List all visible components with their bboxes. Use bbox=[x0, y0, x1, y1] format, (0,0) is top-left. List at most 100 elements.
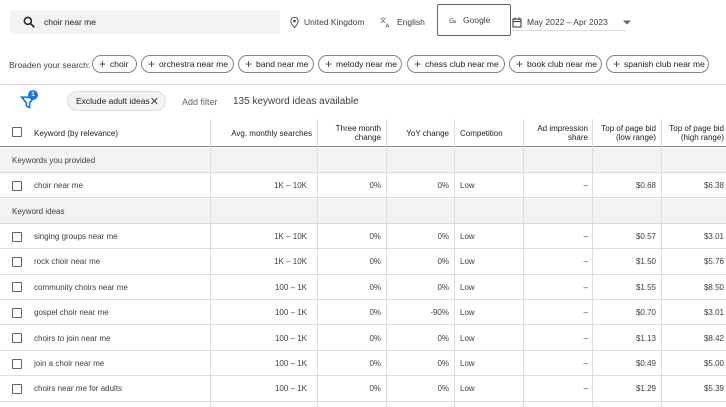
cell-three-month: 0% bbox=[369, 384, 381, 394]
cell-ad-impression: – bbox=[583, 282, 588, 292]
col-header-bid-high[interactable]: Top of page bid (high range) bbox=[664, 119, 724, 147]
broaden-chip-choir[interactable]: + choir bbox=[92, 55, 137, 73]
cell-competition: Low bbox=[460, 232, 475, 241]
table-row[interactable]: community choirs near me 100 – 1K 0% 0% Low –… bbox=[0, 275, 726, 301]
cell-bid-low: $0.57 bbox=[635, 232, 656, 241]
broaden-chip-book-club[interactable]: + book club near me bbox=[509, 55, 602, 73]
cell-bid-low: $0.68 bbox=[635, 181, 656, 190]
row-checkbox[interactable] bbox=[12, 256, 22, 267]
cell-yoy: -90% bbox=[430, 308, 449, 318]
date-range-label: May 2022 – Apr 2023 bbox=[527, 17, 608, 27]
divider bbox=[0, 84, 726, 85]
cell-three-month: 0% bbox=[369, 359, 381, 368]
cell-yoy: 0% bbox=[437, 257, 449, 267]
add-filter-button[interactable]: Add filter bbox=[182, 97, 218, 107]
table-row[interactable]: choirs to join near me 100 – 1K 0% 0% Low – $1… bbox=[0, 326, 726, 351]
exclude-adult-filter-chip[interactable]: Exclude adult ideas ✕ bbox=[67, 91, 166, 111]
row-checkbox[interactable] bbox=[12, 383, 22, 394]
network-label: Google bbox=[463, 15, 491, 25]
cell-bid-high: $3.01 bbox=[703, 232, 724, 241]
col-divider bbox=[592, 119, 593, 407]
cell-yoy: 0% bbox=[437, 181, 449, 190]
search-box[interactable]: choir near me bbox=[10, 10, 280, 34]
cell-keyword: community choirs near me bbox=[34, 282, 128, 292]
row-checkbox[interactable] bbox=[12, 358, 22, 369]
cell-bid-high: $6.38 bbox=[703, 181, 724, 190]
col-divider bbox=[386, 119, 387, 407]
row-checkbox[interactable] bbox=[12, 282, 22, 293]
search-input[interactable]: choir near me bbox=[44, 17, 96, 27]
cell-bid-low: $1.55 bbox=[635, 282, 656, 292]
cell-bid-low: $1.29 bbox=[635, 384, 656, 394]
broaden-label: Broaden your search: bbox=[9, 60, 91, 70]
cell-ad-impression: – bbox=[583, 308, 588, 318]
table-row[interactable]: choirs near me for adults 100 – 1K 0% 0% Low… bbox=[0, 376, 726, 402]
language-selector[interactable]: 文A English bbox=[380, 10, 425, 34]
col-header-ad-impression[interactable]: Ad impression share bbox=[527, 119, 588, 147]
broaden-chip-band[interactable]: + band near me bbox=[238, 55, 314, 73]
cell-yoy: 0% bbox=[437, 282, 449, 292]
cell-keyword: singing groups near me bbox=[34, 232, 118, 241]
translate-icon: 文A bbox=[380, 17, 390, 28]
location-label: United Kingdom bbox=[304, 17, 365, 27]
row-checkbox[interactable] bbox=[12, 180, 22, 191]
table-row[interactable]: choir near me 1K – 10K 0% 0% Low – $0.68 $6.38 bbox=[0, 173, 726, 199]
cell-bid-high: $8.50 bbox=[703, 282, 724, 292]
col-header-three-month[interactable]: Three month change bbox=[320, 119, 381, 147]
cell-yoy: 0% bbox=[437, 333, 449, 343]
col-header-keyword[interactable]: Keyword (by relevance) bbox=[34, 119, 204, 147]
cell-competition: Low bbox=[460, 257, 475, 267]
section-keywords-provided: Keywords you provided bbox=[0, 148, 726, 173]
col-header-avg-searches[interactable]: Avg. monthly searches bbox=[212, 119, 312, 147]
col-header-bid-low[interactable]: Top of page bid (low range) bbox=[594, 119, 656, 147]
cell-avg-searches: 1K – 10K bbox=[274, 232, 307, 241]
location-selector[interactable]: United Kingdom bbox=[290, 10, 364, 34]
broaden-chip-melody[interactable]: + melody near me bbox=[318, 55, 402, 73]
cell-avg-searches: 100 – 1K bbox=[274, 282, 307, 292]
broaden-chip-orchestra[interactable]: + orchestra near me bbox=[141, 55, 234, 73]
col-header-competition[interactable]: Competition bbox=[460, 119, 520, 147]
table-row[interactable]: gospel choir near me 100 – 1K 0% -90% Low – $0… bbox=[0, 300, 726, 326]
cell-competition: Low bbox=[460, 384, 475, 394]
cell-ad-impression: – bbox=[583, 333, 588, 343]
cell-yoy: 0% bbox=[437, 232, 449, 241]
cell-yoy: 0% bbox=[437, 359, 449, 368]
table-row[interactable]: singing groups near me 1K – 10K 0% 0% Low – $0… bbox=[0, 224, 726, 250]
plus-icon: + bbox=[613, 57, 621, 71]
cell-bid-high: $8.42 bbox=[703, 333, 724, 343]
cell-competition: Low bbox=[460, 333, 475, 343]
cell-bid-low: $1.13 bbox=[635, 333, 656, 343]
dropdown-arrow-icon bbox=[622, 20, 631, 24]
cell-bid-high: $5.00 bbox=[703, 359, 724, 368]
network-selector[interactable]: Ga Google bbox=[437, 4, 511, 36]
row-checkbox[interactable] bbox=[12, 333, 22, 344]
cell-avg-searches: 100 – 1K bbox=[274, 384, 307, 394]
close-icon[interactable]: ✕ bbox=[150, 95, 159, 108]
row-checkbox[interactable] bbox=[12, 231, 22, 242]
col-header-yoy[interactable]: YoY change bbox=[388, 119, 449, 147]
calendar-icon bbox=[512, 17, 522, 28]
cell-avg-searches: 100 – 1K bbox=[274, 333, 307, 343]
cell-keyword: gospel choir near me bbox=[34, 308, 109, 318]
plus-icon: + bbox=[245, 57, 253, 71]
plus-icon: + bbox=[325, 57, 333, 71]
cell-three-month: 0% bbox=[369, 232, 381, 241]
cell-avg-searches: 1K – 10K bbox=[274, 181, 307, 190]
filter-count-badge: 1 bbox=[28, 90, 38, 100]
broaden-search-bar: Broaden your search: + choir + orchestra n… bbox=[0, 54, 726, 76]
cell-ad-impression: – bbox=[583, 257, 588, 267]
cell-keyword: join a choir near me bbox=[34, 359, 105, 368]
broaden-chip-chess-club[interactable]: + chess club near me bbox=[407, 55, 505, 73]
cell-keyword: choirs near me for adults bbox=[34, 384, 123, 394]
network-icon: Ga bbox=[449, 17, 457, 25]
cell-three-month: 0% bbox=[369, 257, 381, 267]
broaden-chip-spanish-club[interactable]: + spanish club near me bbox=[606, 55, 709, 73]
cell-three-month: 0% bbox=[369, 181, 381, 190]
cell-keyword: choir near me bbox=[34, 181, 83, 190]
select-all-checkbox[interactable] bbox=[12, 127, 22, 137]
row-checkbox[interactable] bbox=[12, 307, 22, 318]
table-row[interactable]: join a choir near me 100 – 1K 0% 0% Low – $0.4… bbox=[0, 351, 726, 377]
cell-bid-high: $5.39 bbox=[703, 384, 724, 394]
cell-three-month: 0% bbox=[369, 333, 381, 343]
table-row[interactable]: rock choir near me 1K – 10K 0% 0% Low – $1.50 $… bbox=[0, 249, 726, 275]
